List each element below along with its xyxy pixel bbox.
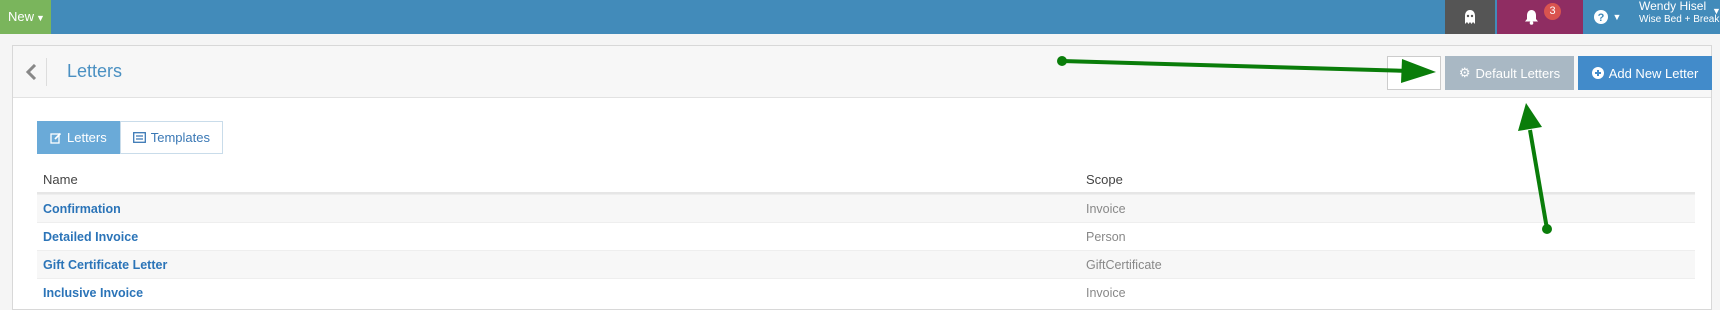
question-icon: ? bbox=[1593, 10, 1608, 24]
column-header-name: Name bbox=[43, 171, 78, 187]
ghost-button[interactable] bbox=[1445, 0, 1495, 34]
back-button[interactable] bbox=[25, 58, 47, 86]
letter-name-link[interactable]: Confirmation bbox=[37, 202, 1080, 216]
tab-templates[interactable]: Templates bbox=[119, 121, 223, 154]
tab-label: Templates bbox=[150, 130, 210, 145]
letters-tabs: Letters Templates bbox=[37, 121, 223, 154]
blank-button[interactable] bbox=[1387, 56, 1441, 90]
list-alt-icon bbox=[132, 132, 146, 143]
gear-icon: ⚙ bbox=[1458, 65, 1471, 80]
letter-name-link[interactable]: Inclusive Invoice bbox=[37, 286, 1080, 300]
svg-text:?: ? bbox=[1597, 12, 1604, 24]
tab-letters[interactable]: Letters bbox=[37, 121, 120, 154]
page-title: Letters bbox=[67, 61, 123, 81]
letter-scope: Invoice bbox=[1086, 201, 1126, 216]
table-row: Gift Certificate Letter GiftCertificate bbox=[37, 250, 1695, 278]
caret-down-icon: ▼ bbox=[36, 13, 45, 23]
column-header-scope: Scope bbox=[1086, 171, 1123, 187]
bell-icon bbox=[1524, 10, 1538, 25]
chevron-left-icon bbox=[25, 64, 37, 80]
top-navbar: New ▼ 3 ? ▼ Wendy Hisel Wise Bed + Break.… bbox=[0, 0, 1720, 34]
caret-down-icon: ▼ bbox=[1612, 12, 1622, 22]
notifications-button[interactable]: 3 bbox=[1497, 0, 1583, 34]
add-new-letter-label: Add New Letter bbox=[1608, 65, 1699, 81]
edit-icon bbox=[50, 132, 62, 144]
table-header: Name Scope bbox=[37, 166, 1695, 194]
default-letters-button[interactable]: ⚙ Default Letters bbox=[1445, 56, 1574, 90]
ghost-icon bbox=[1465, 10, 1475, 24]
letters-table: Name Scope Confirmation Invoice Detailed… bbox=[37, 166, 1695, 306]
panel-header: Letters ⚙ Default Letters Add New Letter bbox=[13, 46, 1712, 98]
caret-down-icon: ▼ bbox=[1712, 6, 1720, 16]
letter-scope: Invoice bbox=[1086, 285, 1126, 300]
user-menu[interactable]: Wendy Hisel Wise Bed + Break... bbox=[1632, 0, 1720, 34]
letter-name-link[interactable]: Detailed Invoice bbox=[37, 230, 1080, 244]
table-row: Inclusive Invoice Invoice bbox=[37, 278, 1695, 306]
tab-label: Letters bbox=[67, 130, 107, 145]
default-letters-label: Default Letters bbox=[1475, 65, 1561, 81]
notification-badge: 3 bbox=[1544, 3, 1561, 20]
new-menu-button[interactable]: New ▼ bbox=[0, 0, 51, 34]
letter-name-link[interactable]: Gift Certificate Letter bbox=[37, 258, 1080, 272]
plus-circle-icon bbox=[1591, 67, 1604, 79]
add-new-letter-button[interactable]: Add New Letter bbox=[1578, 56, 1712, 90]
help-menu-button[interactable]: ? ▼ bbox=[1585, 0, 1630, 34]
table-row: Detailed Invoice Person bbox=[37, 222, 1695, 250]
letter-scope: GiftCertificate bbox=[1086, 257, 1162, 272]
new-label: New bbox=[8, 9, 35, 24]
table-row: Confirmation Invoice bbox=[37, 194, 1695, 222]
user-name: Wendy Hisel bbox=[1639, 0, 1707, 13]
letters-panel: Letters ⚙ Default Letters Add New Letter… bbox=[12, 45, 1712, 310]
user-business: Wise Bed + Break... bbox=[1639, 14, 1720, 25]
letter-scope: Person bbox=[1086, 229, 1126, 244]
